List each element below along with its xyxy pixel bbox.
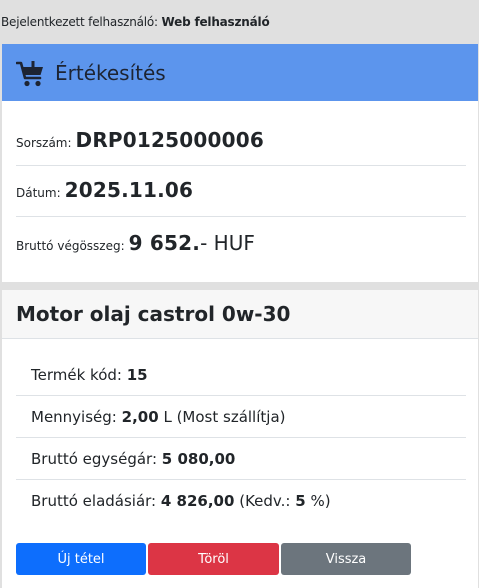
sale-price-label: Bruttó eladásiár: bbox=[31, 492, 157, 510]
product-card: Motor olaj castrol 0w-30 Termék kód: 15 … bbox=[2, 290, 478, 588]
card-separator bbox=[0, 282, 479, 290]
unit-price-row: Bruttó egységár: 5 080,00 bbox=[16, 438, 466, 480]
total-value: 9 652. bbox=[128, 231, 201, 255]
quantity-unit: L bbox=[163, 407, 172, 426]
sale-details: Sorszám: DRP0125000006 Dátum: 2025.11.06… bbox=[16, 116, 466, 267]
quantity-value: 2,00 bbox=[121, 407, 159, 426]
logged-in-label: Bejelentkezett felhasználó: bbox=[1, 15, 158, 29]
logged-in-user-bar: Bejelentkezett felhasználó: Web felhaszn… bbox=[0, 0, 479, 44]
sale-price-value: 4 826,00 bbox=[160, 492, 235, 510]
serial-label: Sorszám: bbox=[16, 136, 72, 150]
action-buttons: Új tétel Töröl Vissza bbox=[16, 543, 413, 575]
sale-card-header: Értékesítés bbox=[2, 44, 478, 101]
quantity-note: (Most szállítja) bbox=[176, 407, 286, 426]
date-label: Dátum: bbox=[16, 186, 61, 200]
sale-title: Értékesítés bbox=[55, 60, 166, 85]
delete-button[interactable]: Töröl bbox=[148, 543, 279, 575]
logged-in-username: Web felhasználó bbox=[161, 15, 270, 29]
discount-close: %) bbox=[310, 492, 331, 510]
total-row: Bruttó végösszeg: 9 652. - HUF bbox=[16, 217, 466, 267]
date-row: Dátum: 2025.11.06 bbox=[16, 166, 466, 217]
unit-price-value: 5 080,00 bbox=[161, 449, 236, 468]
total-label: Bruttó végösszeg: bbox=[16, 239, 125, 253]
unit-price-label: Bruttó egységár: bbox=[31, 449, 158, 468]
quantity-row: Mennyiség: 2,00 L (Most szállítja) bbox=[16, 396, 466, 438]
shopping-cart-icon bbox=[15, 59, 46, 89]
discount-value: 5 bbox=[295, 492, 306, 510]
total-currency: - HUF bbox=[200, 231, 255, 255]
product-code-value: 15 bbox=[126, 365, 148, 384]
serial-row: Sorszám: DRP0125000006 bbox=[16, 116, 466, 166]
product-title: Motor olaj castrol 0w-30 bbox=[16, 302, 291, 326]
quantity-label: Mennyiség: bbox=[31, 407, 117, 426]
product-card-header: Motor olaj castrol 0w-30 bbox=[2, 290, 478, 339]
sale-card: Értékesítés Sorszám: DRP0125000006 Dátum… bbox=[2, 44, 478, 282]
discount-open: (Kedv.: bbox=[239, 492, 291, 510]
new-item-button[interactable]: Új tétel bbox=[16, 543, 146, 575]
back-button[interactable]: Vissza bbox=[281, 543, 411, 575]
product-code-label: Termék kód: bbox=[31, 365, 122, 384]
sale-price-row: Bruttó eladásiár: 4 826,00 (Kedv.: 5 %) bbox=[16, 480, 466, 522]
date-value: 2025.11.06 bbox=[64, 178, 194, 202]
product-code-row: Termék kód: 15 bbox=[16, 354, 466, 396]
product-details: Termék kód: 15 Mennyiség: 2,00 L (Most s… bbox=[16, 354, 466, 522]
serial-value: DRP0125000006 bbox=[75, 128, 264, 152]
